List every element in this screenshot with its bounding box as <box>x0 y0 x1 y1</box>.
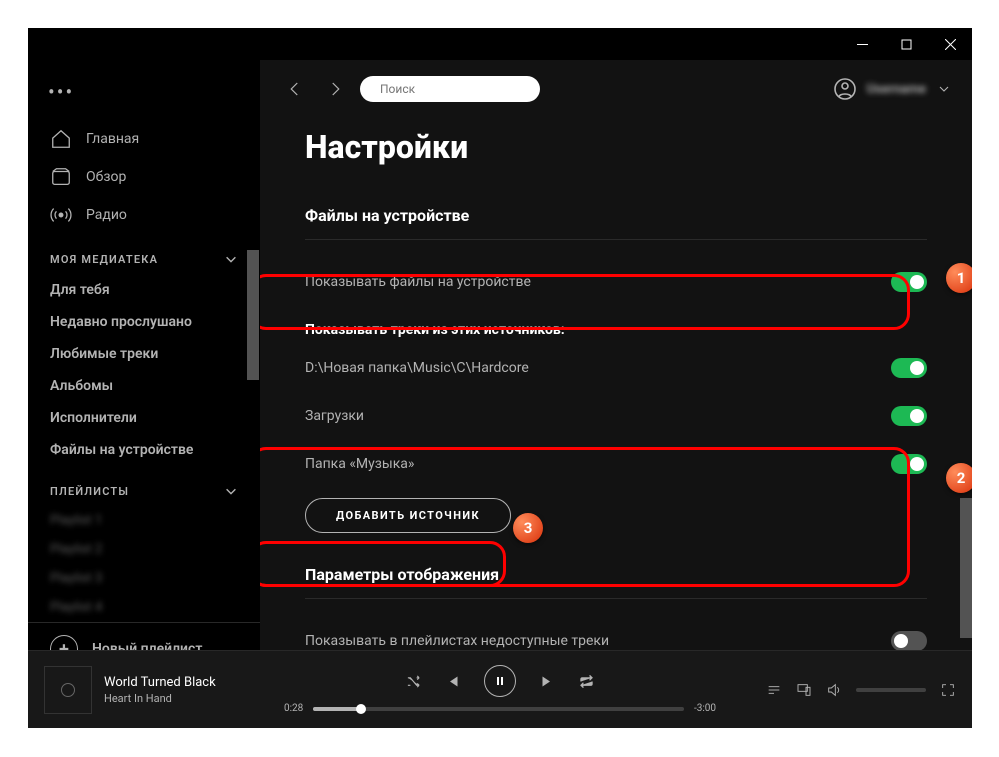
main-header: Username <box>260 60 972 118</box>
home-icon <box>50 128 72 150</box>
section-local-files: Файлы на устройстве <box>305 206 927 225</box>
track-artist[interactable]: Heart In Hand <box>104 692 216 705</box>
menu-ellipsis[interactable]: ••• <box>28 72 260 120</box>
plus-icon: + <box>50 635 78 650</box>
track-info: World Turned Black Heart In Hand <box>44 666 284 714</box>
nav-back[interactable] <box>280 74 310 104</box>
player-controls: 0:28 -3:00 <box>284 665 716 714</box>
source-row: Папка «Музыка» <box>305 440 927 488</box>
nav-radio-label: Радио <box>86 207 127 223</box>
next-icon[interactable] <box>540 674 555 689</box>
toggle-row-unavailable: Показывать в плейлистах недоступные трек… <box>305 617 927 650</box>
album-art[interactable] <box>44 666 92 714</box>
search-box[interactable] <box>360 76 540 102</box>
nav-browse-label: Обзор <box>86 169 126 185</box>
playlist-item[interactable]: Playlist 4 <box>28 593 260 622</box>
main-scrollbar[interactable] <box>960 118 972 650</box>
user-icon <box>833 77 857 101</box>
toggle-row-show-local: Показывать файлы на устройстве <box>305 258 927 306</box>
playlists-header: ПЛЕЙЛИСТЫ <box>28 466 260 506</box>
library-header: МОЯ МЕДИАТЕКА <box>28 234 260 274</box>
source-path: Загрузки <box>305 408 364 424</box>
radio-icon <box>50 204 72 226</box>
page-title: Настройки <box>305 128 927 166</box>
toggle-source-0[interactable] <box>891 358 927 378</box>
volume-icon[interactable] <box>826 682 842 698</box>
nav-home-label: Главная <box>86 131 139 147</box>
nav-forward[interactable] <box>320 74 350 104</box>
playlist-item[interactable]: Playlist 2 <box>28 535 260 564</box>
sidebar: ••• Главная Обзор Радио МОЯ МЕДИАТЕКА Дл… <box>28 60 260 650</box>
app-window: ••• Главная Обзор Радио МОЯ МЕДИАТЕКА Дл… <box>28 28 972 728</box>
settings-content: Настройки Файлы на устройстве Показывать… <box>260 118 972 650</box>
pause-button[interactable] <box>484 665 516 697</box>
main-area: Username Настройки Файлы на устройстве П… <box>260 60 972 650</box>
toggle-source-2[interactable] <box>891 454 927 474</box>
time-elapsed: 0:28 <box>284 703 303 714</box>
search-input[interactable] <box>380 82 536 96</box>
chevron-down-icon[interactable] <box>224 252 238 266</box>
chevron-down-icon[interactable] <box>224 484 238 498</box>
toggle-label: Показывать в плейлистах недоступные трек… <box>305 633 609 649</box>
lib-item-for-you[interactable]: Для тебя <box>28 274 260 306</box>
lib-item-artists[interactable]: Исполнители <box>28 402 260 434</box>
repeat-icon[interactable] <box>579 674 594 689</box>
lib-item-albums[interactable]: Альбомы <box>28 370 260 402</box>
nav-home[interactable]: Главная <box>28 120 260 158</box>
chevron-down-icon <box>936 81 952 97</box>
sources-label: Показывать треки из этих источников: <box>305 322 927 338</box>
source-path: Папка «Музыка» <box>305 456 414 472</box>
window-close[interactable] <box>928 29 972 59</box>
nav-radio[interactable]: Радио <box>28 196 260 234</box>
source-path: D:\Новая папка\Music\C\Hardcore <box>305 360 529 376</box>
time-remaining: -3:00 <box>694 703 716 714</box>
screenshot-frame: ••• Главная Обзор Радио МОЯ МЕДИАТЕКА Дл… <box>0 0 999 757</box>
add-source-button[interactable]: ДОБАВИТЬ ИСТОЧНИК <box>305 498 511 533</box>
lib-item-recent[interactable]: Недавно прослушано <box>28 306 260 338</box>
window-minimize[interactable] <box>840 29 884 59</box>
titlebar <box>28 28 972 60</box>
new-playlist-button[interactable]: + Новый плейлист <box>28 622 260 650</box>
toggle-unavailable[interactable] <box>891 631 927 650</box>
lib-item-liked[interactable]: Любимые треки <box>28 338 260 370</box>
progress-bar[interactable] <box>313 707 684 711</box>
source-row: Загрузки <box>305 392 927 440</box>
fullscreen-icon[interactable] <box>940 682 956 698</box>
playlist-item[interactable]: Playlist 1 <box>28 506 260 535</box>
playlist-item[interactable]: Playlist 3 <box>28 564 260 593</box>
window-maximize[interactable] <box>884 29 928 59</box>
toggle-label: Показывать файлы на устройстве <box>305 274 531 290</box>
divider <box>305 598 927 599</box>
toggle-source-1[interactable] <box>891 406 927 426</box>
lib-item-local[interactable]: Файлы на устройстве <box>28 434 260 466</box>
previous-icon[interactable] <box>445 674 460 689</box>
browse-icon <box>50 166 72 188</box>
user-menu[interactable]: Username <box>833 77 952 101</box>
player-bar: World Turned Black Heart In Hand 0:28 -3… <box>28 650 972 728</box>
queue-icon[interactable] <box>766 682 782 698</box>
volume-slider[interactable] <box>856 688 926 692</box>
toggle-show-local[interactable] <box>891 272 927 292</box>
divider <box>305 239 927 240</box>
section-display: Параметры отображения <box>305 565 927 584</box>
player-right <box>716 682 956 698</box>
source-row: D:\Новая папка\Music\C\Hardcore <box>305 344 927 392</box>
devices-icon[interactable] <box>796 682 812 698</box>
track-title[interactable]: World Turned Black <box>104 675 216 690</box>
shuffle-icon[interactable] <box>406 674 421 689</box>
nav-browse[interactable]: Обзор <box>28 158 260 196</box>
user-name: Username <box>867 82 926 97</box>
